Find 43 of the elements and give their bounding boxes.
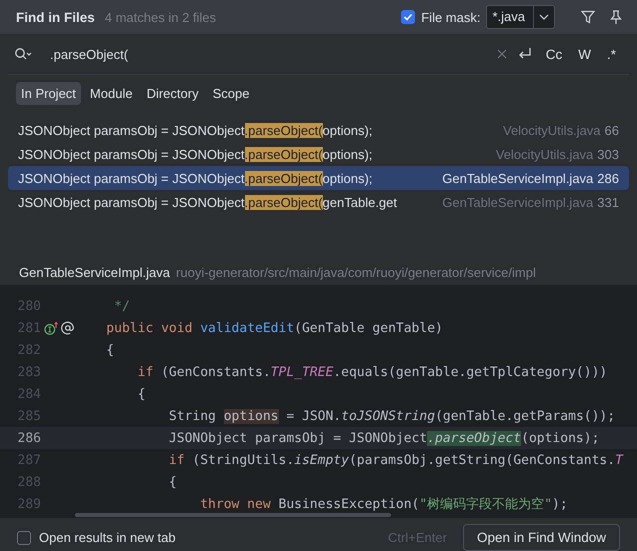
match-count: 4 matches in 2 files — [104, 10, 216, 24]
open-in-find-window-button[interactable]: Open in Find Window — [462, 524, 620, 551]
scope-tab[interactable]: Directory — [142, 82, 204, 105]
chevron-down-icon[interactable] — [539, 14, 549, 20]
search-icon[interactable] — [14, 47, 32, 61]
new-tab-label: Open results in new tab — [39, 530, 176, 545]
code-line: if (GenConstants.TPL_TREE.equals(genTable.getTplCategory())) — [136, 364, 608, 380]
result-row[interactable]: JSONObject paramsObj = JSONObject.parseObject(options); VelocityUtils.java 66 — [8, 118, 629, 142]
result-row[interactable]: JSONObject paramsObj = JSONObject.parseObject(genTable.get GenTableServiceImpl.java 331 — [8, 190, 629, 214]
preview-file-name: GenTableServiceImpl.java — [19, 265, 170, 280]
code-line: { — [168, 474, 177, 490]
pin-icon[interactable] — [609, 10, 623, 24]
close-icon[interactable] — [496, 49, 507, 59]
line-number: 286 — [16, 430, 41, 446]
search-option-toggle[interactable]: W — [575, 46, 594, 62]
newline-icon[interactable] — [516, 47, 533, 61]
code-line: public void validateEdit(GenTable genTable) — [105, 320, 443, 336]
code-line: { — [136, 386, 146, 402]
scope-tab[interactable]: In Project — [16, 82, 81, 105]
file-mask-label: File mask: — [421, 10, 480, 24]
code-line: if (StringUtils.isEmpty(paramsObj.getString(GenConstants.T — [168, 452, 623, 468]
result-row[interactable]: JSONObject paramsObj = JSONObject.parseObject(options); VelocityUtils.java 303 — [8, 142, 629, 166]
checkmark-icon — [403, 12, 414, 22]
search-option-toggle[interactable]: .* — [604, 46, 619, 62]
annotation-icon[interactable] — [61, 321, 75, 335]
result-row[interactable]: JSONObject paramsObj = JSONObject.parseObject(options); GenTableServiceImpl.java 286 — [8, 166, 629, 190]
dialog-title: Find in Files — [16, 10, 95, 24]
code-line: */ — [113, 298, 130, 314]
search-field[interactable]: .parseObject( — [42, 46, 487, 62]
code-line: String options = JSON.toJSONString(genTable.getParams()); — [168, 408, 616, 424]
file-mask-dropdown[interactable]: *.java — [486, 5, 555, 29]
checkbox[interactable] — [17, 530, 31, 544]
scope-tab[interactable]: Scope — [208, 82, 254, 105]
implements-icon[interactable] — [44, 320, 58, 336]
code-line: JSONObject paramsObj = JSONObject.parseObject(options); — [168, 430, 600, 446]
code-line: { — [105, 342, 114, 358]
scope-tab[interactable]: Module — [84, 82, 138, 105]
checkbox[interactable] — [401, 10, 416, 24]
search-option-toggle[interactable]: Cc — [542, 46, 566, 62]
code-line: throw new BusinessException("树编码字段不能为空"); — [199, 496, 568, 513]
filter-icon[interactable] — [581, 10, 595, 24]
scrollbar[interactable] — [75, 513, 391, 517]
preview-file-path: ruoyi-generator/src/main/java/com/ruoyi/generator/service/impl — [176, 265, 536, 280]
